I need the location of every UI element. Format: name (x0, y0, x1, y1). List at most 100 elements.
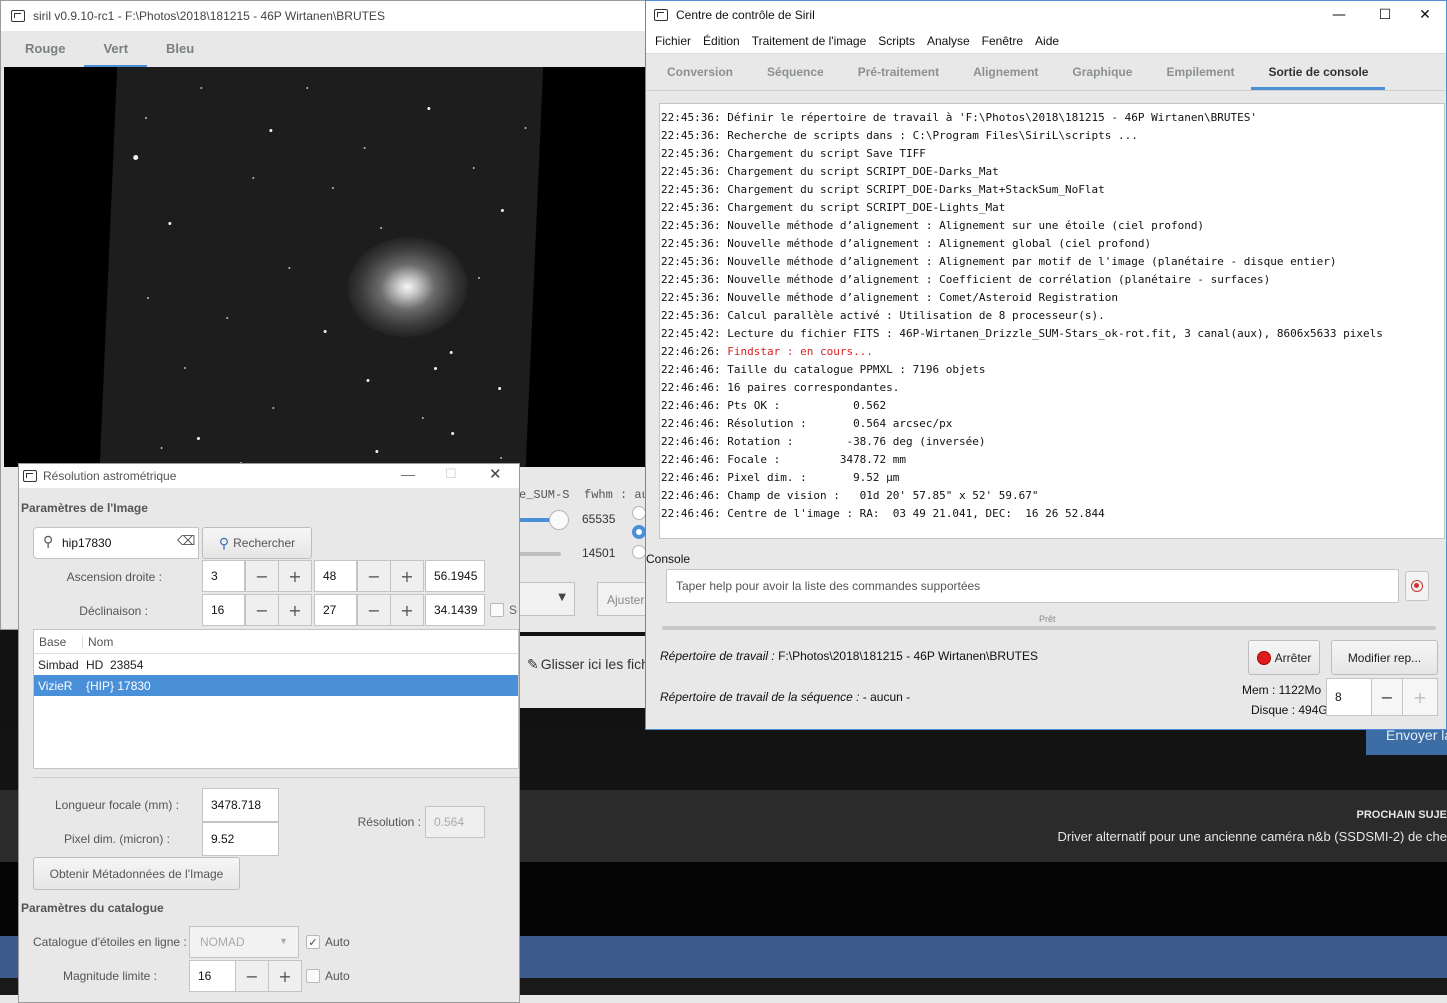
column-name[interactable]: Nom (82, 634, 113, 649)
tab-bleu[interactable]: Bleu (147, 31, 213, 68)
log-text: Chargement du script SCRIPT_DOE-Lights_M… (727, 201, 1006, 214)
astrometry-dialog: Résolution astrométrique — ☐ ✕ Paramètre… (18, 463, 520, 1003)
tab-console-output[interactable]: Sortie de console (1251, 54, 1386, 90)
dec-seconds-input[interactable]: 34.1439 (425, 594, 485, 626)
log-text: Définir le répertoire de travail à 'F:\P… (727, 111, 1258, 124)
menu-aide[interactable]: Aide (1029, 34, 1065, 48)
dec-degrees-increment-button[interactable]: + (278, 594, 312, 626)
threads-input[interactable]: 8 (1326, 678, 1372, 716)
magnitude-auto-checkbox[interactable] (306, 969, 320, 983)
ra-seconds-input[interactable]: 56.1945 (425, 560, 485, 592)
clear-icon[interactable]: ⌫ (177, 534, 195, 549)
ra-minutes-input[interactable]: 48 (314, 560, 357, 592)
search-input[interactable]: hip17830 (33, 527, 199, 559)
command-input[interactable]: Taper help pour avoir la liste des comma… (666, 569, 1399, 603)
stop-icon (1256, 650, 1271, 665)
threads-increment-button[interactable]: + (1402, 678, 1438, 716)
catalog-params-label: Paramètres du catalogue (21, 901, 164, 915)
log-text: Taille du catalogue PPMXL : 7196 objets (727, 363, 986, 376)
minimize-button[interactable]: — (1316, 1, 1362, 29)
tab-vert[interactable]: Vert (84, 31, 148, 68)
magnifier-icon: ⚲ (218, 534, 230, 551)
radio-option[interactable] (632, 545, 646, 559)
log-time: 22:45:36: (661, 237, 721, 250)
tab-alignement[interactable]: Alignement (956, 54, 1055, 90)
pixel-size-input[interactable]: 9.52 (202, 822, 279, 856)
dec-degrees-input[interactable]: 16 (202, 594, 245, 626)
ra-hours-increment-button[interactable]: + (278, 560, 312, 592)
search-button[interactable]: ⚲ Rechercher (202, 527, 312, 559)
star (272, 407, 275, 409)
log-time: 22:46:46: (661, 381, 721, 394)
next-topic-link[interactable]: Driver alternatif pour une ancienne camé… (1058, 829, 1447, 844)
focal-input[interactable]: 3478.718 (202, 788, 279, 822)
log-time: 22:45:36: (661, 201, 721, 214)
dec-degrees-decrement-button[interactable]: − (245, 594, 279, 626)
star (500, 457, 503, 459)
log-time: 22:45:36: (661, 309, 721, 322)
log-line: 22:45:36: Nouvelle méthode d’alignement … (661, 271, 1444, 289)
menu-scripts[interactable]: Scripts (872, 34, 921, 48)
dec-minutes-input[interactable]: 27 (314, 594, 357, 626)
star (524, 127, 527, 129)
tab-graphique[interactable]: Graphique (1055, 54, 1149, 90)
magnitude-increment-button[interactable]: + (268, 960, 302, 992)
drag-icon: ✎ (527, 656, 539, 672)
hi-slider-knob[interactable] (549, 510, 569, 530)
close-icon[interactable]: ✕ (489, 465, 502, 483)
star (323, 330, 327, 333)
log-time: 22:46:46: (661, 399, 721, 412)
get-metadata-button[interactable]: Obtenir Métadonnées de l'Image (33, 857, 240, 890)
radio-option[interactable] (632, 506, 646, 520)
ra-minutes-decrement-button[interactable]: − (357, 560, 391, 592)
star (160, 447, 163, 449)
radio-option-selected[interactable] (632, 525, 646, 539)
close-button[interactable]: ✕ (1402, 1, 1447, 29)
image-viewport[interactable] (4, 67, 650, 467)
console-output[interactable]: 22:45:36: Définir le répertoire de trava… (659, 103, 1445, 539)
ra-minutes-increment-button[interactable]: + (390, 560, 424, 592)
adjust-button[interactable]: Ajuster (597, 582, 650, 616)
ra-hours-decrement-button[interactable]: − (245, 560, 279, 592)
lo-slider[interactable] (519, 552, 561, 556)
menubar: Fichier Édition Traitement de l'image Sc… (646, 29, 1446, 54)
menu-analyse[interactable]: Analyse (921, 34, 976, 48)
menu-fenetre[interactable]: Fenêtre (976, 34, 1029, 48)
sequence-dir-value: - aucun - (859, 690, 911, 704)
threads-decrement-button[interactable]: − (1371, 678, 1403, 716)
list-item-selected[interactable]: VizieR {HIP} 17830 (34, 675, 518, 696)
tab-pretraitement[interactable]: Pré-traitement (841, 54, 956, 90)
maximize-icon[interactable]: ☐ (445, 466, 457, 482)
menu-fichier[interactable]: Fichier (649, 34, 697, 48)
drop-area[interactable]: ✎ Glisser ici les fichie (519, 636, 650, 708)
star (449, 351, 453, 354)
display-mode-combo[interactable]: ▼ (519, 582, 575, 616)
tab-conversion[interactable]: Conversion (650, 54, 750, 90)
tab-sequence[interactable]: Séquence (750, 54, 841, 90)
menu-traitement[interactable]: Traitement de l'image (746, 34, 873, 48)
star (147, 297, 150, 299)
tab-rouge[interactable]: Rouge (6, 31, 84, 68)
dec-minutes-increment-button[interactable]: + (390, 594, 424, 626)
control-center-window: Centre de contrôle de Siril — ☐ ✕ Fichie… (645, 0, 1447, 730)
tab-empilement[interactable]: Empilement (1149, 54, 1251, 90)
ra-hours-input[interactable]: 3 (202, 560, 245, 592)
resolution-label: Résolution : (357, 815, 421, 829)
menu-edition[interactable]: Édition (697, 34, 746, 48)
divider (33, 777, 519, 778)
star (196, 437, 201, 440)
column-base[interactable]: Base (34, 635, 82, 649)
south-checkbox[interactable] (490, 603, 504, 617)
magnitude-input[interactable]: 16 (189, 960, 236, 992)
list-item[interactable]: Simbad HD 23854 (34, 654, 518, 675)
star (183, 367, 187, 369)
catalog-value: NOMAD (200, 935, 245, 949)
catalog-auto-checkbox[interactable]: ✓ (306, 935, 320, 949)
help-button[interactable] (1405, 571, 1429, 601)
modify-dir-button[interactable]: Modifier rep... (1331, 640, 1438, 675)
magnitude-decrement-button[interactable]: − (235, 960, 269, 992)
minimize-icon[interactable]: — (401, 466, 415, 482)
catalog-select[interactable]: NOMAD ▼ (189, 926, 299, 958)
dec-minutes-decrement-button[interactable]: − (357, 594, 391, 626)
stop-button[interactable]: Arrêter (1248, 640, 1320, 675)
